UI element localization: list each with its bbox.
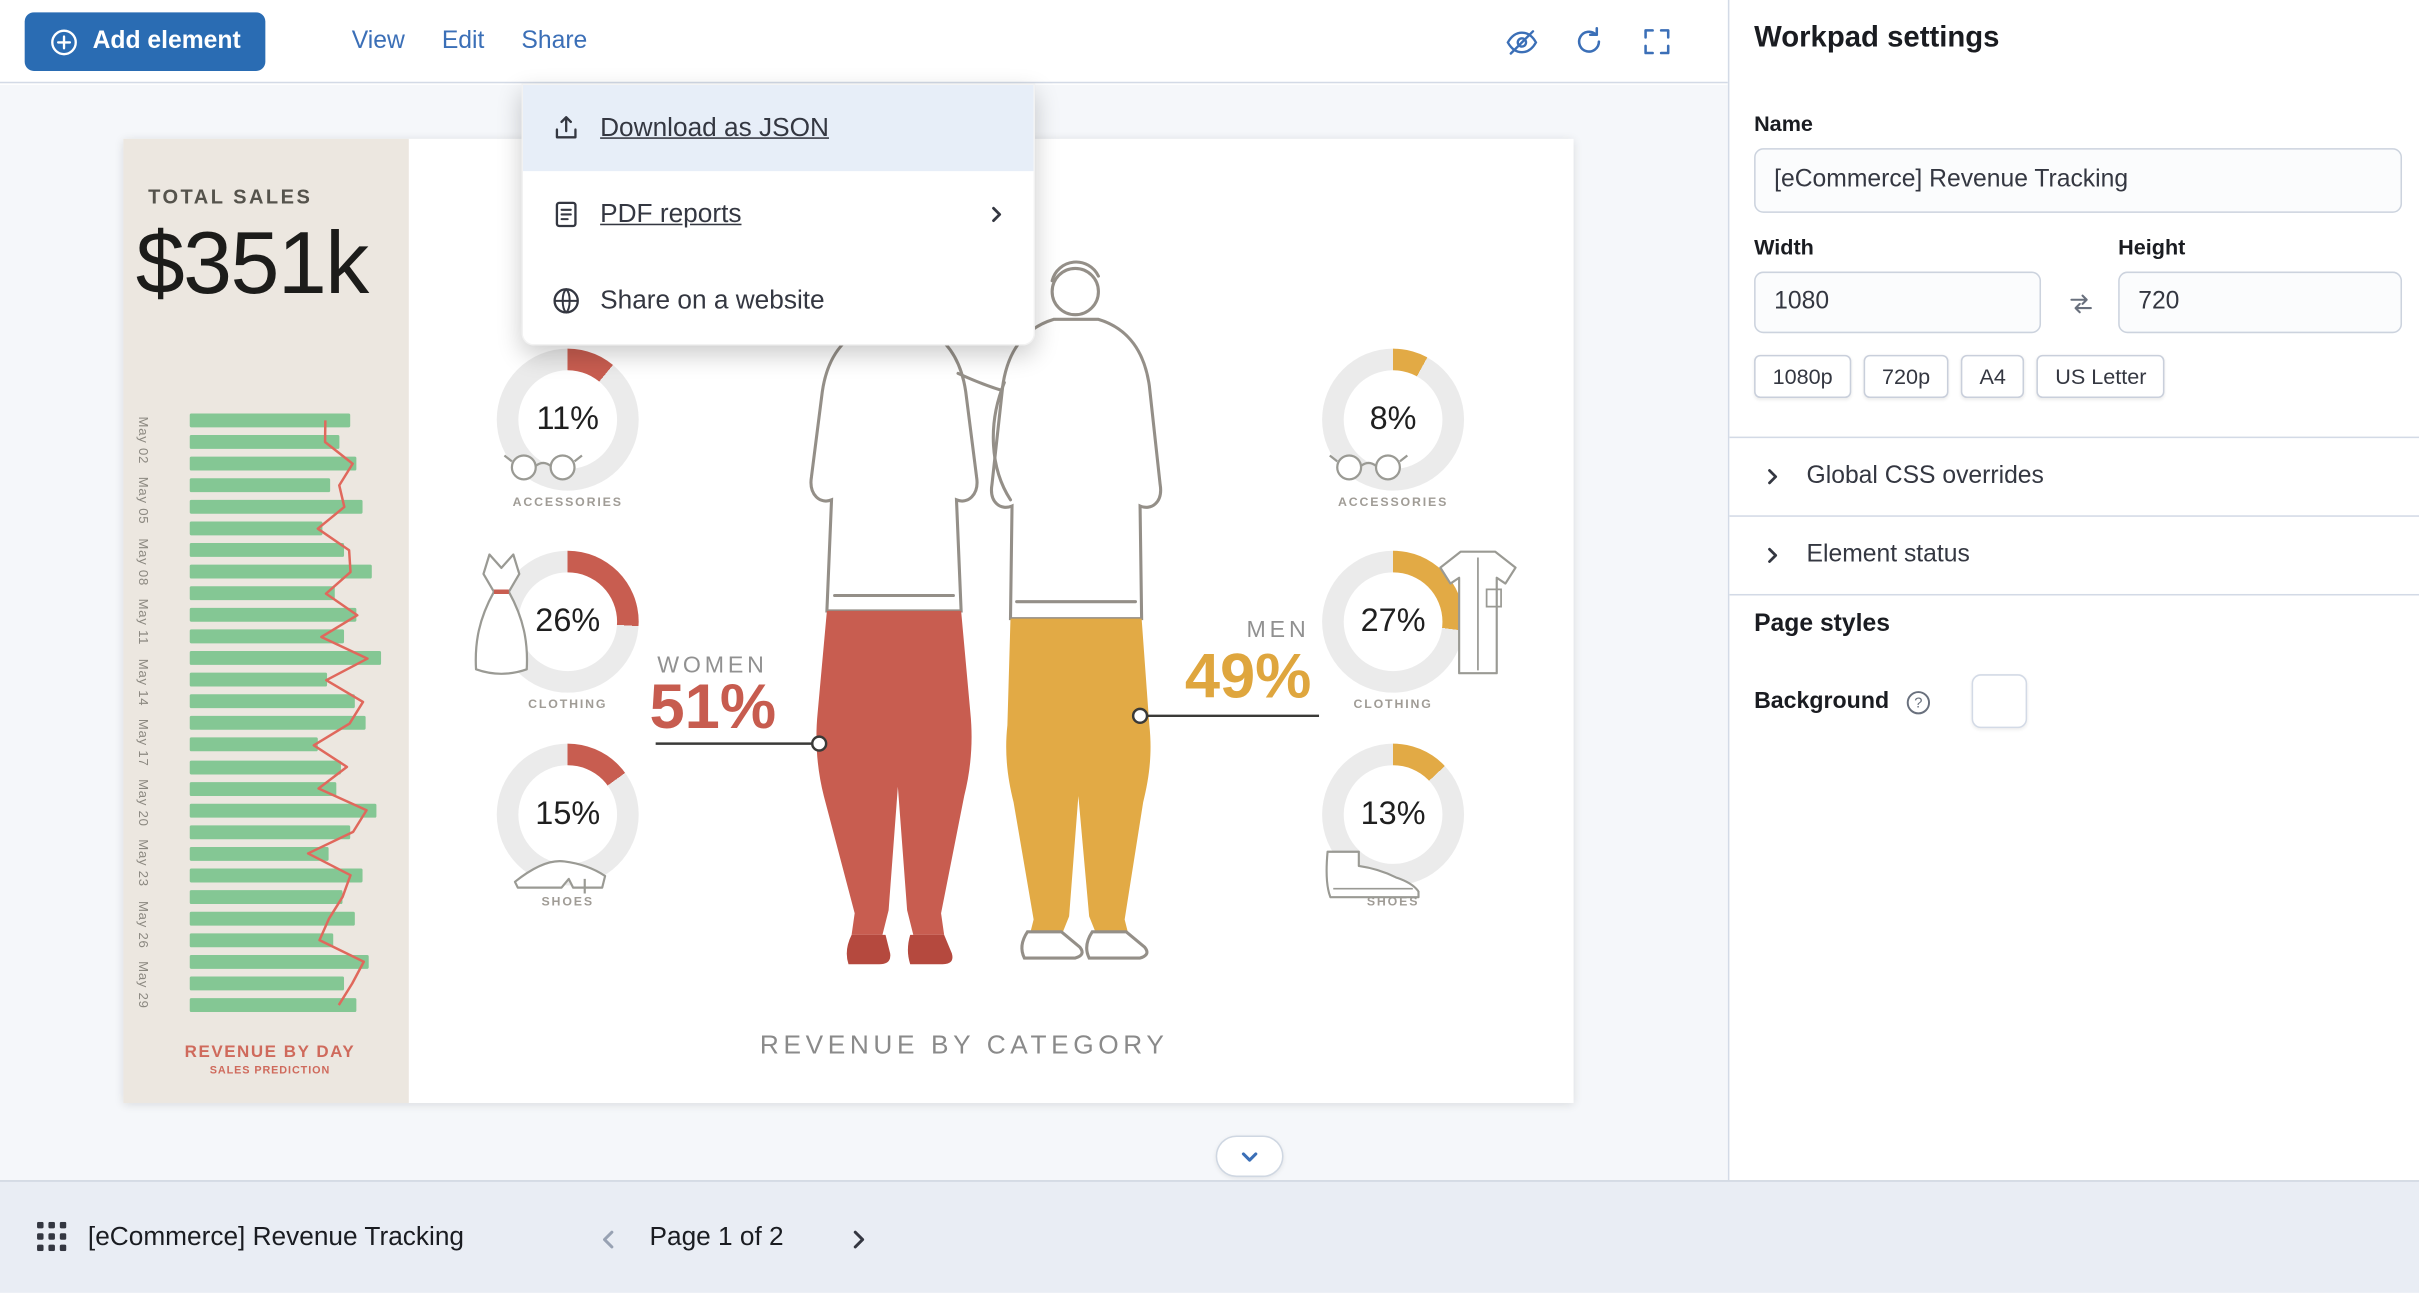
add-element-button[interactable]: Add element	[25, 12, 266, 71]
toolbar-right-icons	[1493, 14, 1684, 70]
globe-icon	[551, 285, 582, 316]
women-pants-shape	[816, 611, 971, 935]
revenue-by-day-label: REVENUE BY DAY	[147, 1043, 394, 1062]
chevron-left-icon	[595, 1226, 621, 1252]
donut-value: 11%	[497, 349, 639, 491]
global-css-label: Global CSS overrides	[1807, 463, 2044, 491]
preset-1080p-button[interactable]: 1080p	[1754, 355, 1851, 398]
width-label: Width	[1754, 234, 1814, 259]
page-styles-title: Page styles	[1754, 611, 1890, 639]
donut-men-clothing: 27%	[1322, 551, 1464, 693]
share-menu-item-share-website[interactable]: Share on a website	[523, 258, 1034, 344]
donut-value: 27%	[1322, 551, 1464, 693]
donut-value: 15%	[497, 744, 639, 886]
chevron-right-icon	[1760, 464, 1785, 489]
element-status-label: Element status	[1807, 541, 1970, 569]
workpad-name-input[interactable]	[1754, 148, 2402, 213]
plus-circle-icon	[49, 27, 78, 56]
divider	[1729, 594, 2419, 596]
preset-720p-button[interactable]: 720p	[1864, 355, 1949, 398]
size-presets: 1080p 720p A4 US Letter	[1754, 355, 2165, 398]
grid-icon	[36, 1222, 65, 1251]
donut-value: 8%	[1322, 349, 1464, 491]
share-menu-item-pdf-reports[interactable]: PDF reports	[523, 171, 1034, 257]
donut-women-shoes: 15%	[497, 744, 639, 886]
page-indicator: Page 1 of 2	[649, 1222, 783, 1253]
swap-arrows-icon	[2067, 290, 2095, 318]
menu-share[interactable]: Share	[521, 28, 587, 56]
share-menu-item-download-json[interactable]: Download as JSON	[523, 85, 1034, 171]
revenue-by-category-label: REVENUE BY CATEGORY	[679, 1031, 1250, 1062]
donut-women-accessories: 11%	[497, 349, 639, 491]
background-color-swatch[interactable]	[1972, 674, 2028, 728]
chevron-right-icon	[1760, 543, 1785, 568]
chevron-right-icon	[845, 1226, 871, 1252]
men-pants-shape	[1006, 619, 1150, 932]
pdf-reports-label: PDF reports	[600, 199, 741, 230]
toolbar-menu: View Edit Share	[352, 0, 588, 83]
total-sales-label: TOTAL SALES	[148, 185, 312, 208]
bottom-bar: [eCommerce] Revenue Tracking Page 1 of 2	[0, 1180, 2419, 1293]
menu-view[interactable]: View	[352, 28, 405, 56]
page-manager-toggle-button[interactable]	[1216, 1135, 1284, 1177]
date-axis: May 02May 05May 08May 11May 14May 17May …	[131, 417, 156, 1009]
chevron-down-icon	[1237, 1144, 1262, 1169]
background-label: Background	[1754, 688, 1889, 714]
global-css-accordion[interactable]: Global CSS overrides	[1729, 437, 2419, 516]
menu-edit[interactable]: Edit	[442, 28, 485, 56]
preset-a4-button[interactable]: A4	[1961, 355, 2024, 398]
category-label: ACCESSORIES	[1285, 495, 1501, 509]
add-element-label: Add element	[93, 28, 241, 56]
donut-value: 13%	[1322, 744, 1464, 886]
share-menu: Download as JSON PDF reports Share on a …	[521, 83, 1035, 345]
svg-text:?: ?	[1914, 696, 1922, 712]
chevron-right-icon	[984, 202, 1009, 227]
element-status-accordion[interactable]: Element status	[1729, 515, 2419, 594]
refresh-button[interactable]	[1561, 14, 1617, 70]
workpad-name: [eCommerce] Revenue Tracking	[88, 1222, 464, 1253]
preset-us-letter-button[interactable]: US Letter	[2037, 355, 2165, 398]
name-label: Name	[1754, 111, 1813, 136]
question-circle-icon: ?	[1905, 690, 1931, 716]
fullscreen-icon	[1640, 25, 1674, 59]
document-icon	[551, 199, 582, 230]
category-label: ACCESSORIES	[460, 495, 676, 509]
workpad-settings-panel: Workpad settings Name Width Height 1080p…	[1728, 0, 2419, 1180]
canvas-app: Add element View Edit Share	[0, 0, 2419, 1293]
donut-men-shoes: 13%	[1322, 744, 1464, 886]
height-input[interactable]	[2118, 272, 2402, 334]
donut-men-accessories: 8%	[1322, 349, 1464, 491]
total-sales-value: $351k	[136, 213, 368, 315]
category-label: CLOTHING	[1285, 697, 1501, 711]
category-label: CLOTHING	[460, 697, 676, 711]
prediction-line	[190, 404, 406, 1021]
next-page-button[interactable]	[839, 1220, 876, 1257]
top-toolbar: Add element View Edit Share	[0, 0, 1728, 83]
hide-editing-controls-button[interactable]	[1493, 14, 1549, 70]
previous-page-button[interactable]	[589, 1220, 626, 1257]
export-icon	[551, 113, 582, 144]
donut-women-clothing: 26%	[497, 551, 639, 693]
refresh-icon	[1572, 25, 1606, 59]
sales-prediction-label: SALES PREDICTION	[147, 1066, 394, 1077]
share-website-label: Share on a website	[600, 285, 825, 316]
download-json-label: Download as JSON	[600, 113, 829, 144]
donut-value: 26%	[497, 551, 639, 693]
page-grid-button[interactable]	[34, 1222, 68, 1256]
height-label: Height	[2118, 234, 2185, 259]
panel-title: Workpad settings	[1754, 22, 1999, 56]
eye-slash-icon	[1503, 24, 1538, 59]
width-input[interactable]	[1754, 272, 2041, 334]
fullscreen-button[interactable]	[1629, 14, 1685, 70]
